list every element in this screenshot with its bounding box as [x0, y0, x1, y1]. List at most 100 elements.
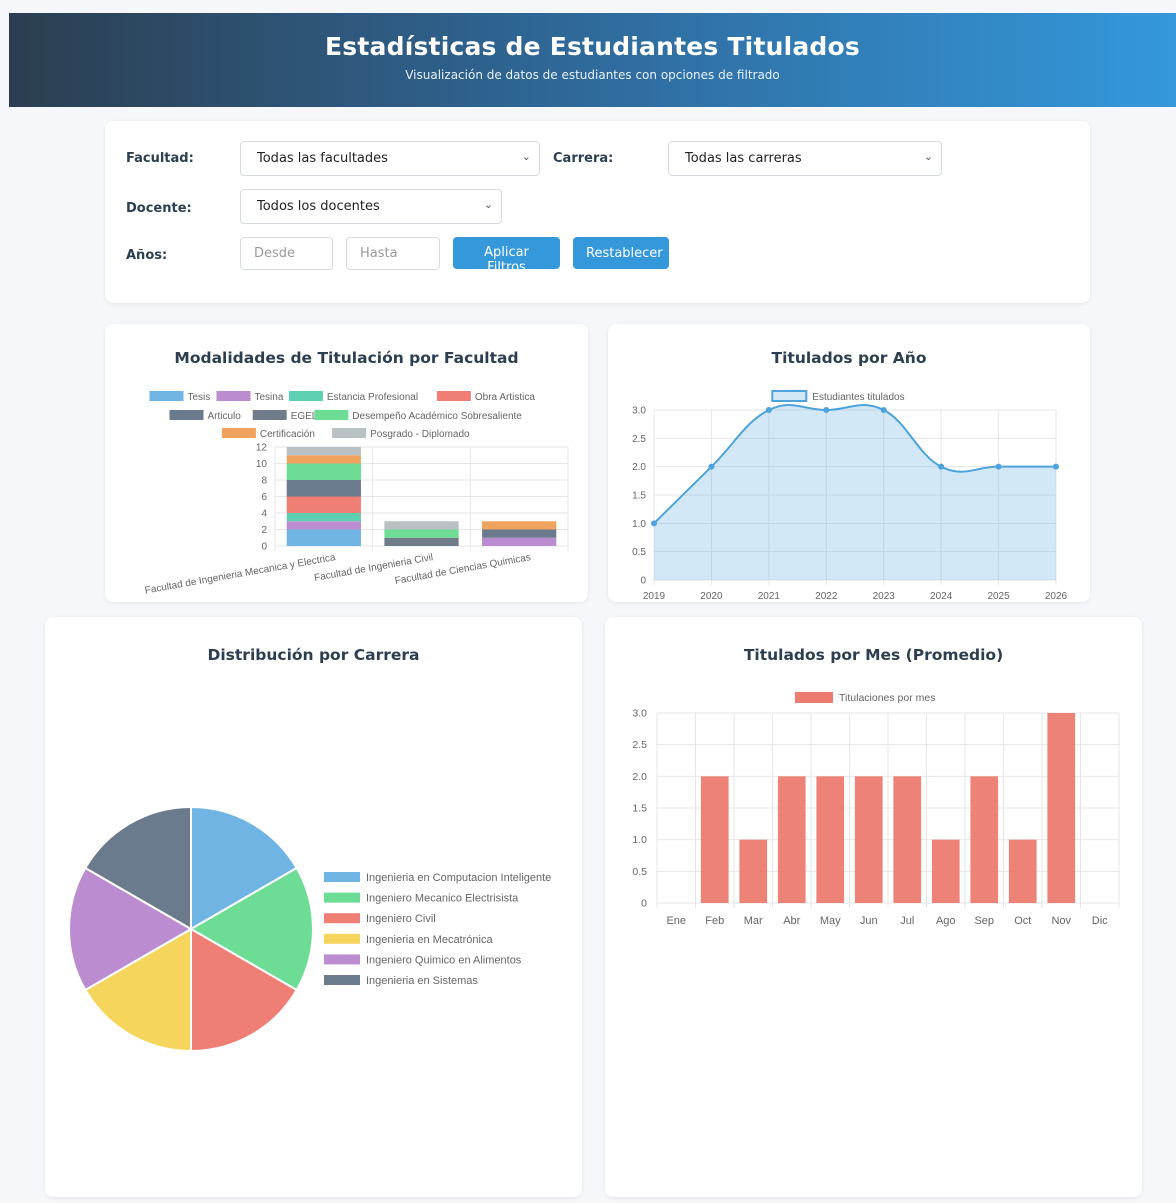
legend-label: Titulaciones por mes	[839, 692, 935, 704]
legend-label: Ingeniero Civil	[366, 913, 436, 925]
legend-swatch	[288, 391, 323, 401]
apply-filters-button[interactable]: Aplicar Filtros	[453, 237, 560, 275]
legend-swatch	[771, 390, 808, 402]
legend-swatch	[324, 913, 360, 924]
bar-segment	[286, 480, 361, 497]
legend-label: Articulo	[208, 411, 242, 422]
x-tick-label: Mar	[744, 915, 763, 927]
page-title: Estadísticas de Estudiantes Titulados	[325, 32, 860, 61]
modalidades-chart-card: Modalidades de Titulación por Facultad T…	[105, 324, 588, 602]
bar-segment	[482, 521, 557, 530]
legend-label: Certificación	[260, 429, 315, 440]
legend-swatch	[169, 410, 204, 420]
y-tick-label: 0	[261, 542, 267, 553]
x-tick-label: 2026	[1045, 591, 1068, 602]
data-point	[708, 463, 715, 470]
x-tick-label: 2022	[815, 591, 838, 602]
y-tick-label: 4	[261, 509, 267, 520]
y-tick-label: 1.0	[632, 834, 647, 846]
y-tick-label: 10	[256, 459, 268, 470]
x-tick-label: Sep	[974, 915, 994, 927]
docente-label: Docente:	[126, 201, 192, 216]
y-tick-label: 1.0	[632, 519, 646, 530]
legend-swatch	[324, 933, 360, 944]
reset-button[interactable]: Restablecer	[573, 237, 669, 269]
x-tick-label: 2020	[700, 591, 723, 602]
bar-segment	[286, 513, 361, 522]
bar	[893, 776, 922, 903]
x-tick-label: Abr	[783, 915, 800, 927]
data-point	[1053, 463, 1059, 470]
x-tick-label: 2021	[758, 591, 781, 602]
bar	[739, 839, 768, 903]
legend-swatch	[324, 954, 360, 965]
legend-label: Estancia Profesional	[327, 392, 418, 403]
por-carrera-chart: Ingenieria en Computacion Inteligente Ing…	[68, 805, 551, 1053]
bar-segment	[384, 529, 459, 538]
x-tick-label: Dic	[1092, 915, 1108, 927]
page-subtitle: Visualización de datos de estudiantes co…	[405, 68, 780, 82]
legend-swatch	[149, 391, 184, 401]
bar-segment	[286, 496, 361, 513]
anios-label: Años:	[126, 248, 168, 263]
bar-segment	[286, 447, 361, 456]
carrera-label: Carrera:	[553, 151, 614, 166]
legend-swatch	[216, 391, 251, 401]
y-tick-label: 2.5	[632, 434, 646, 445]
desde-input[interactable]: Desde	[240, 237, 333, 270]
x-tick-label: Nov	[1051, 915, 1071, 927]
facultad-label: Facultad:	[126, 151, 194, 166]
y-tick-label: 0	[641, 898, 647, 910]
carrera-select[interactable]: Todas las carreras ⌄	[668, 141, 942, 176]
bar-segment	[384, 521, 459, 530]
legend-swatch	[252, 410, 287, 420]
bar-segment	[384, 537, 459, 546]
legend-swatch	[221, 428, 256, 438]
data-point	[880, 407, 887, 413]
bar-segment	[482, 529, 557, 538]
legend-label: Tesis	[188, 392, 211, 403]
bar	[854, 776, 883, 903]
y-tick-label: 2.5	[632, 739, 647, 751]
y-tick-label: 0.5	[632, 866, 647, 878]
bar	[777, 776, 806, 903]
legend-swatch	[436, 391, 471, 401]
hasta-input[interactable]: Hasta	[346, 237, 440, 270]
y-tick-label: 3.0	[632, 708, 647, 720]
facultad-select[interactable]: Todas las facultades ⌄	[240, 141, 540, 176]
por-mes-chart-card: Titulados por Mes (Promedio) Titulacione…	[605, 617, 1142, 1197]
legend-swatch	[324, 892, 360, 903]
x-tick-label: 2024	[930, 591, 953, 602]
x-tick-label: Ago	[936, 915, 956, 927]
legend-swatch	[795, 692, 833, 703]
legend-label: Estudiantes titulados	[812, 392, 904, 403]
docente-select[interactable]: Todos los docentes ⌄	[240, 189, 502, 224]
legend-label: Ingeniero Mecanico Electrisista	[366, 893, 519, 905]
legend-swatch	[332, 428, 367, 438]
bar	[1047, 713, 1076, 903]
data-point	[823, 407, 830, 413]
filters-panel: Facultad: Todas las facultades ⌄ Carrera…	[105, 121, 1090, 303]
x-tick-label: 2019	[643, 591, 666, 602]
legend-label: Desempeño Académico Sobresaliente	[352, 411, 522, 422]
page-header: Estadísticas de Estudiantes Titulados Vi…	[9, 13, 1176, 107]
x-tick-label: 2023	[873, 591, 896, 602]
modalidades-chart: Tesis Tesina Estancia Profesional Obra Arti…	[144, 391, 569, 597]
y-tick-label: 12	[256, 443, 268, 454]
bar-segment	[286, 529, 361, 546]
data-point	[651, 520, 657, 527]
y-tick-label: 1.5	[632, 491, 646, 502]
legend-label: Tesina	[255, 392, 284, 403]
bar-segment	[286, 463, 361, 480]
x-tick-label: 2025	[987, 591, 1010, 602]
bar	[816, 776, 845, 903]
x-tick-label: Ene	[666, 915, 686, 927]
x-tick-label: May	[820, 915, 841, 927]
y-tick-label: 1.5	[632, 803, 647, 815]
x-tick-label: Oct	[1014, 915, 1031, 927]
por-mes-chart: Titulaciones por mes 0 0.5 1.0 1.5 2.0 2.5 3.0 E…	[632, 692, 1120, 927]
legend-label: EGEL	[291, 411, 318, 422]
y-tick-label: 0	[640, 576, 646, 587]
data-point	[995, 463, 1002, 470]
bar	[970, 776, 999, 903]
